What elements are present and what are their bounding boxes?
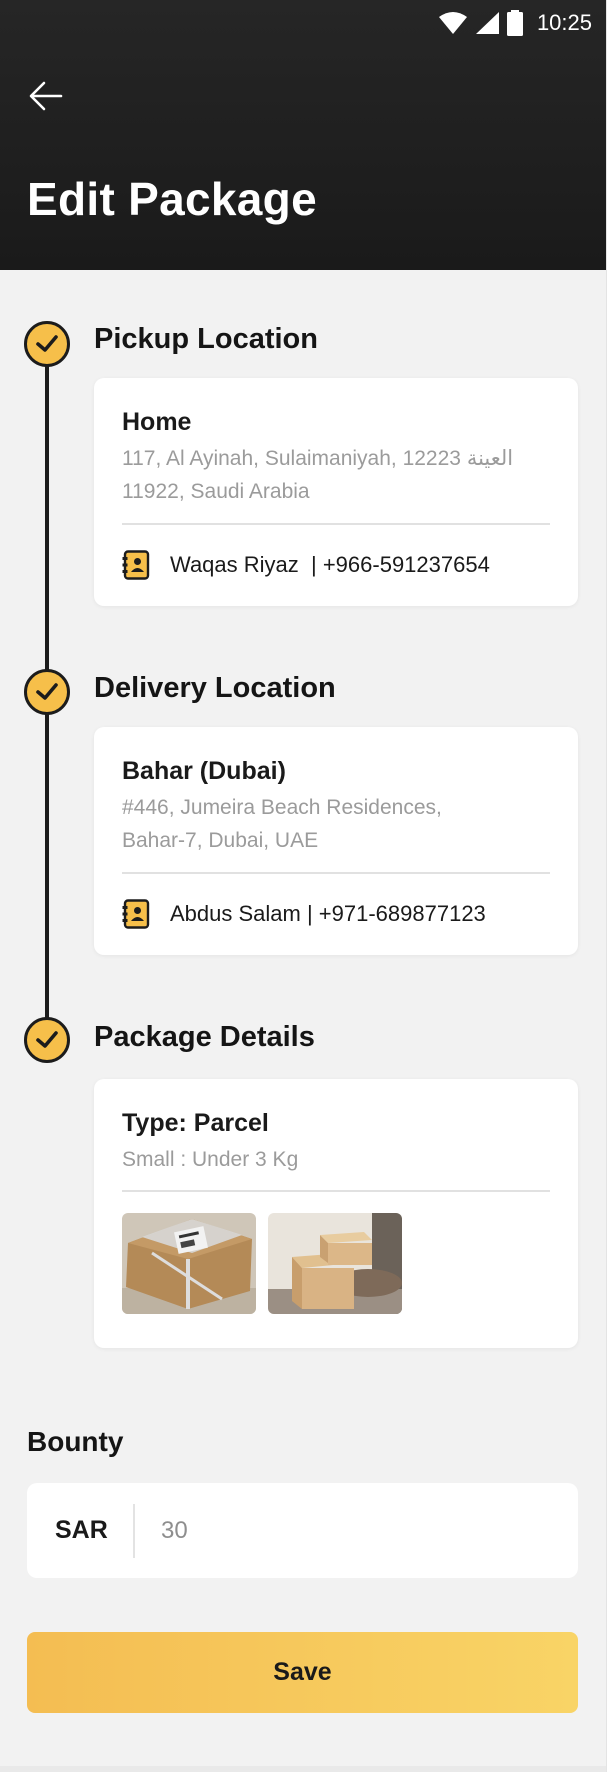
pickup-address: 117, Al Ayinah, Sulaimaniyah, 12223 العي… [122, 447, 514, 503]
currency-label: SAR [55, 1516, 108, 1544]
back-button[interactable] [26, 76, 66, 116]
check-circle-icon [24, 321, 70, 367]
page-title: Edit Package [27, 173, 317, 225]
delivery-section-title: Delivery Location [94, 672, 336, 704]
right-edge [606, 0, 610, 1772]
pickup-contact: Waqas Riyaz | +966-591237654 [170, 552, 490, 577]
delivery-contact-row: Abdus Salam | +971-689877123 [122, 899, 486, 929]
bottom-edge [0, 1766, 606, 1772]
app-header: 10:25 Edit Package [0, 0, 606, 270]
edit-package-screen: 10:25 Edit Package Pickup Location Home … [0, 0, 606, 1772]
status-bar: 10:25 [438, 8, 592, 38]
delivery-contact: Abdus Salam | +971-689877123 [170, 901, 486, 926]
divider [122, 523, 550, 525]
signal-icon [475, 12, 499, 34]
delivery-place-name: Bahar (Dubai) [122, 757, 286, 785]
package-size: Small : Under 3 Kg [122, 1148, 299, 1171]
contact-book-icon [122, 899, 150, 929]
bounty-field: SAR [27, 1483, 578, 1578]
bounty-input[interactable] [161, 1507, 541, 1555]
package-photo-thumbnail[interactable] [122, 1213, 256, 1314]
delivery-address: #446, Jumeira Beach Residences, Bahar-7,… [122, 796, 442, 852]
package-photo-thumbnail[interactable] [268, 1213, 402, 1314]
package-section-title: Package Details [94, 1021, 315, 1053]
check-circle-icon [24, 1017, 70, 1063]
divider [133, 1504, 135, 1558]
battery-icon [506, 10, 523, 36]
package-card[interactable]: Type: Parcel Small : Under 3 Kg [94, 1079, 578, 1348]
wifi-icon [438, 12, 467, 34]
contact-book-icon [122, 550, 150, 580]
pickup-contact-row: Waqas Riyaz | +966-591237654 [122, 550, 490, 580]
status-time: 10:25 [536, 10, 592, 35]
package-type: Type: Parcel [122, 1109, 269, 1137]
pickup-section-title: Pickup Location [94, 323, 318, 355]
check-circle-icon [24, 669, 70, 715]
save-button[interactable]: Save [27, 1632, 578, 1713]
delivery-card[interactable]: Bahar (Dubai) #446, Jumeira Beach Reside… [94, 727, 578, 955]
arrow-left-icon [29, 81, 63, 111]
divider [122, 1190, 550, 1192]
bounty-label: Bounty [27, 1426, 124, 1457]
pickup-card[interactable]: Home 117, Al Ayinah, Sulaimaniyah, 12223… [94, 378, 578, 606]
pickup-place-name: Home [122, 408, 192, 436]
divider [122, 872, 550, 874]
